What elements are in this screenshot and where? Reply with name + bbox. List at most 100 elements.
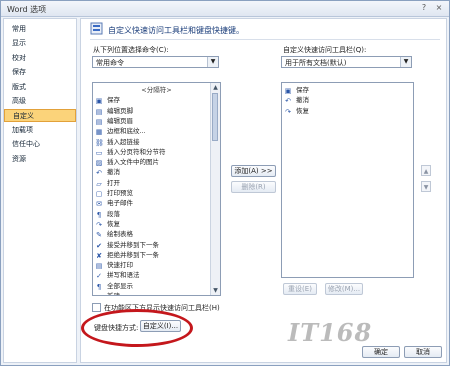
scroll-thumb[interactable]: [212, 93, 218, 141]
customize-toolbar-value: 用于所有文档(默认): [285, 59, 347, 67]
command-icon: ▦: [95, 128, 103, 137]
command-icon: ✉: [96, 200, 102, 209]
highlight-ellipse: [81, 309, 193, 347]
list-item-label: 撤消: [107, 168, 120, 177]
list-item-label: 打印预览: [107, 189, 133, 197]
list-item[interactable]: ▣ 保存: [95, 95, 120, 105]
list-item-label: 全部显示: [107, 281, 133, 290]
command-icon: ▢: [95, 190, 103, 198]
sidebar-item[interactable]: 高级: [4, 95, 76, 108]
command-icon: ▣: [284, 87, 292, 95]
list-item[interactable]: ▢ 打印预览: [95, 188, 133, 198]
command-icon: ▫: [95, 293, 103, 295]
list-item[interactable]: ↶ 撤消: [284, 95, 309, 105]
commands-scrollbar[interactable]: ▲ ▼: [210, 83, 220, 295]
list-item-label: 电子邮件: [107, 199, 133, 208]
command-icon: ¶: [96, 282, 102, 291]
sidebar-item[interactable]: 校对: [4, 52, 76, 65]
command-icon: ✎: [96, 231, 102, 240]
list-item-label: 编辑页眉: [107, 116, 133, 125]
sidebar-item[interactable]: 常用: [4, 23, 76, 36]
command-icon: ✓: [96, 272, 102, 281]
list-item-label: 恢复: [107, 219, 120, 228]
list-item[interactable]: ▦ 边框和底纹...: [95, 126, 146, 136]
reset-button[interactable]: 重设(E): [283, 283, 317, 295]
scroll-down-icon[interactable]: ▼: [211, 286, 220, 295]
list-item[interactable]: ▨ 插入文件中的图片: [95, 157, 159, 167]
list-item-label: 插入文件中的图片: [107, 158, 159, 167]
window-title: Word 选项: [7, 5, 47, 14]
command-icon: ↶: [285, 97, 291, 106]
list-item-label: 打开: [107, 178, 120, 187]
command-icon: ▤: [95, 262, 103, 271]
add-button[interactable]: 添加(A) >>: [231, 165, 276, 177]
list-item[interactable]: ¶ 全部显示: [95, 281, 133, 291]
list-item-label: 编辑页脚: [107, 106, 133, 115]
list-item[interactable]: ▣ 保存: [284, 85, 309, 95]
list-item[interactable]: ✘ 拒绝并移到下一条: [95, 250, 159, 260]
command-icon: ▱: [96, 179, 102, 188]
help-button[interactable]: ?: [417, 3, 431, 13]
scroll-up-icon[interactable]: ▲: [211, 83, 220, 92]
list-item[interactable]: ▤ 快速打印: [95, 260, 133, 270]
customize-toolbar-label: 自定义快速访问工具栏(Q):: [283, 46, 367, 54]
toolbar-commands-list[interactable]: ▣ 保存 ↶ 撤消 ↷ 恢复: [281, 82, 414, 278]
remove-button[interactable]: 删除(R): [231, 181, 276, 193]
list-item-label: 接受并移到下一条: [107, 240, 159, 249]
list-item[interactable]: ¶ 段落: [95, 209, 120, 219]
list-item[interactable]: ✉ 电子邮件: [95, 198, 133, 208]
commands-list[interactable]: ▫ 新建 ¶ 全部显示 ✓ 拼写和语法 ▤ 快速打印 ✘ 拒绝并移到下一条 ✔ 接受并移到下一条 ✎ 绘制…: [92, 82, 221, 296]
title-bar: Word 选项 ? ×: [1, 1, 449, 17]
ok-button[interactable]: 确定: [362, 346, 400, 358]
chevron-down-icon[interactable]: ▼: [400, 57, 411, 67]
command-icon: ▤: [95, 117, 103, 126]
command-icon: ▨: [95, 159, 103, 168]
sidebar: 常用 显示校对 保存版式 高级 自定义 加载项 信任中心资源: [3, 18, 77, 363]
list-item-label: 保存: [296, 86, 309, 94]
choose-commands-value: 常用命令: [96, 59, 124, 67]
cancel-button[interactable]: 取消: [404, 346, 442, 358]
header-divider: [90, 39, 440, 40]
list-item[interactable]: ▤ 编辑页脚: [95, 106, 133, 116]
sidebar-item[interactable]: 显示: [4, 37, 76, 50]
sidebar-item[interactable]: 版式: [4, 81, 76, 94]
customize-toolbar-select[interactable]: 用于所有文档(默认) ▼: [281, 56, 412, 68]
list-item[interactable]: ▱ 打开: [95, 178, 120, 188]
list-item[interactable]: ⛓ 插入超链接: [95, 137, 140, 147]
list-item-label: 插入超链接: [107, 137, 140, 146]
move-down-button[interactable]: ▼: [421, 181, 431, 192]
list-item-label: 拼写和语法: [107, 271, 140, 280]
command-icon: ↶: [96, 169, 102, 178]
list-item-label: 撤消: [296, 96, 309, 105]
choose-commands-select[interactable]: 常用命令 ▼: [92, 56, 219, 68]
modify-button[interactable]: 修改(M)...: [325, 283, 363, 295]
page-title: 自定义快速访问工具栏和键盘快捷键。: [108, 26, 244, 35]
sidebar-item[interactable]: 自定义: [4, 109, 76, 123]
list-item[interactable]: ✓ 拼写和语法: [95, 270, 140, 281]
chevron-down-icon[interactable]: ▼: [207, 57, 218, 67]
list-item-label: 快速打印: [107, 261, 133, 270]
show-below-ribbon-checkbox[interactable]: [92, 303, 101, 312]
list-item[interactable]: ↶撤消▸: [95, 167, 207, 177]
list-item-label: 段落: [107, 209, 120, 218]
command-icon: ⛓: [95, 138, 104, 147]
list-item[interactable]: ↷ 恢复: [284, 106, 309, 116]
sidebar-item[interactable]: 加载项: [4, 124, 76, 137]
command-icon: ▭: [95, 148, 103, 157]
customize-header-icon: [90, 22, 103, 35]
list-item-label: <分隔符>: [141, 86, 172, 94]
list-item[interactable]: ▤ 编辑页眉: [95, 116, 133, 126]
list-item-label: 边框和底纹...: [107, 127, 146, 136]
list-item[interactable]: ↷ 恢复: [95, 219, 120, 229]
list-item[interactable]: ▭插入分页符和分节符▸: [95, 147, 207, 157]
list-item[interactable]: ✔ 接受并移到下一条: [95, 240, 159, 250]
list-item[interactable]: ✎ 绘制表格: [95, 229, 133, 239]
sidebar-item[interactable]: 信任中心: [4, 138, 76, 151]
list-item[interactable]: <分隔符>: [93, 85, 220, 95]
list-item-label: 拒绝并移到下一条: [107, 250, 159, 259]
list-item[interactable]: ▫ 新建: [95, 291, 120, 295]
sidebar-item[interactable]: 保存: [4, 66, 76, 79]
sidebar-item[interactable]: 资源: [4, 153, 76, 166]
close-button[interactable]: ×: [432, 3, 446, 13]
move-up-button[interactable]: ▲: [421, 165, 431, 176]
